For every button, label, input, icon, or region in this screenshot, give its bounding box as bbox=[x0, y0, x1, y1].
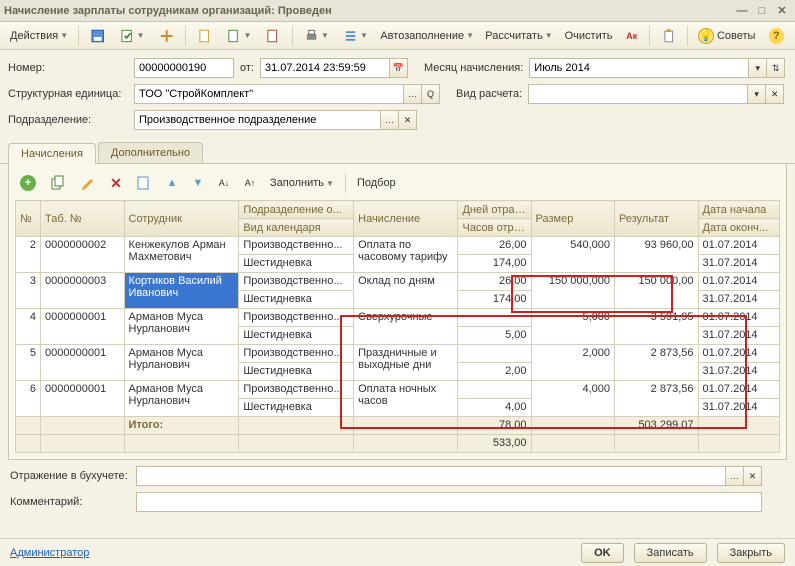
totals-result: 503 299,07 bbox=[615, 417, 698, 435]
save-button[interactable]: Записать bbox=[634, 543, 707, 563]
ok-button[interactable]: OK bbox=[581, 543, 624, 563]
comment-input[interactable] bbox=[136, 492, 762, 512]
help-icon[interactable]: ? bbox=[764, 25, 789, 47]
doc3-icon[interactable] bbox=[260, 25, 285, 47]
col-cal[interactable]: Вид календаря bbox=[239, 219, 354, 237]
grid-toolbar: + ✕ ▲ ▼ A↓ A↑ Заполнить▼ Подбор bbox=[15, 170, 780, 200]
calc-menu[interactable]: Рассчитать▼ bbox=[481, 25, 556, 47]
comment-label: Комментарий: bbox=[10, 496, 130, 508]
accruals-table[interactable]: № Таб. № Сотрудник Подразделение о... На… bbox=[15, 200, 780, 453]
calendar-icon[interactable]: 📅 bbox=[390, 58, 408, 78]
clear-button[interactable]: Очистить bbox=[560, 25, 616, 47]
window-title: Начисление зарплаты сотрудникам организа… bbox=[4, 5, 332, 17]
grid-panel: + ✕ ▲ ▼ A↓ A↑ Заполнить▼ Подбор № Таб. №… bbox=[8, 164, 787, 460]
col-acc[interactable]: Начисление bbox=[354, 201, 458, 237]
number-label: Номер: bbox=[8, 62, 128, 74]
col-hours[interactable]: Часов отра... bbox=[458, 219, 531, 237]
col-tab[interactable]: Таб. № bbox=[41, 201, 124, 237]
col-days[interactable]: Дней отраб... bbox=[458, 201, 531, 219]
table-row[interactable]: 30000000003Кортиков Василий ИвановичПрои… bbox=[16, 273, 780, 291]
post-icon[interactable]: ▼ bbox=[115, 25, 150, 47]
table-row[interactable]: 20000000002Кенжекулов Арман МахметовичПр… bbox=[16, 237, 780, 255]
maximize-icon[interactable]: □ bbox=[753, 3, 771, 19]
org-lookup-icon[interactable]: … bbox=[404, 84, 422, 104]
totals-days: 78,00 bbox=[458, 417, 531, 435]
acct-lookup-icon[interactable]: … bbox=[726, 466, 744, 486]
calctype-clear-icon[interactable]: ✕ bbox=[766, 84, 784, 104]
bottom-bar: Администратор OK Записать Закрыть bbox=[0, 538, 795, 566]
dept-input[interactable] bbox=[134, 110, 381, 130]
edit-icon[interactable] bbox=[75, 172, 101, 194]
tips-button[interactable]: 💡 Советы bbox=[694, 25, 760, 47]
tab-additional[interactable]: Дополнительно bbox=[98, 142, 203, 163]
number-input[interactable] bbox=[134, 58, 234, 78]
doc2-icon[interactable]: ▼ bbox=[221, 25, 256, 47]
table-row[interactable]: 40000000001Арманов Муса НурлановичПроизв… bbox=[16, 309, 780, 327]
calctype-dropdown-icon[interactable]: ▾ bbox=[748, 84, 766, 104]
form-header: Номер: от: 📅 Месяц начисления: ▾⇅ Структ… bbox=[0, 50, 795, 140]
org-input[interactable] bbox=[134, 84, 404, 104]
acct-input[interactable] bbox=[136, 466, 726, 486]
date-input[interactable] bbox=[260, 58, 390, 78]
doc1-icon[interactable] bbox=[192, 25, 217, 47]
save-icon[interactable] bbox=[85, 25, 110, 47]
col-size[interactable]: Размер bbox=[531, 201, 614, 237]
close-button[interactable]: Закрыть bbox=[717, 543, 785, 563]
admin-link[interactable]: Администратор bbox=[10, 547, 89, 559]
dept-label: Подразделение: bbox=[8, 114, 128, 126]
down-icon[interactable]: ▼ bbox=[187, 172, 209, 194]
fill-menu[interactable]: Заполнить▼ bbox=[265, 172, 339, 194]
acct-clear-icon[interactable]: ✕ bbox=[744, 466, 762, 486]
delete-icon[interactable]: ✕ bbox=[105, 172, 127, 194]
month-label: Месяц начисления: bbox=[424, 62, 523, 74]
dept-clear-icon[interactable]: ✕ bbox=[399, 110, 417, 130]
ak-icon[interactable]: Ак bbox=[621, 25, 643, 47]
autofill-menu[interactable]: Автозаполнение▼ bbox=[377, 25, 477, 47]
tab-bar: Начисления Дополнительно bbox=[0, 142, 795, 164]
col-result[interactable]: Результат bbox=[615, 201, 698, 237]
clipboard-icon[interactable] bbox=[656, 25, 681, 47]
actions-menu[interactable]: Действия▼ bbox=[6, 25, 72, 47]
select-button[interactable]: Подбор bbox=[352, 172, 401, 194]
footer-fields: Отражение в бухучете: …✕ Комментарий: bbox=[0, 460, 795, 524]
month-dropdown-icon[interactable]: ▾ bbox=[749, 58, 767, 78]
close-icon[interactable]: ✕ bbox=[773, 3, 791, 19]
print-icon[interactable]: ▼ bbox=[299, 25, 334, 47]
list-icon[interactable]: ▼ bbox=[338, 25, 373, 47]
calctype-input[interactable] bbox=[528, 84, 748, 104]
dept-lookup-icon[interactable]: … bbox=[381, 110, 399, 130]
totals-hours: 533,00 bbox=[458, 435, 531, 453]
sort-asc-icon[interactable]: A↓ bbox=[213, 172, 235, 194]
refresh-icon[interactable] bbox=[131, 172, 157, 194]
copy-row-icon[interactable] bbox=[45, 172, 71, 194]
col-dept[interactable]: Подразделение о... bbox=[239, 201, 354, 219]
main-toolbar: Действия▼ ▼ ▼ ▼ ▼ Автозаполнение▼ Рассчи… bbox=[0, 22, 795, 50]
col-dend[interactable]: Дата оконч... bbox=[698, 219, 780, 237]
titlebar: Начисление зарплаты сотрудникам организа… bbox=[0, 0, 795, 22]
from-label: от: bbox=[240, 62, 254, 74]
sort-desc-icon[interactable]: A↑ bbox=[239, 172, 261, 194]
col-emp[interactable]: Сотрудник bbox=[124, 201, 239, 237]
table-row[interactable]: 60000000001Арманов Муса НурлановичПроизв… bbox=[16, 381, 780, 399]
col-dstart[interactable]: Дата начала bbox=[698, 201, 780, 219]
minimize-icon[interactable]: — bbox=[733, 3, 751, 19]
up-icon[interactable]: ▲ bbox=[161, 172, 183, 194]
add-icon[interactable]: + bbox=[15, 172, 41, 194]
acct-label: Отражение в бухучете: bbox=[10, 470, 130, 482]
month-spinner-icon[interactable]: ⇅ bbox=[767, 58, 785, 78]
org-label: Структурная единица: bbox=[8, 88, 128, 100]
col-n[interactable]: № bbox=[16, 201, 41, 237]
tab-accruals[interactable]: Начисления bbox=[8, 143, 96, 164]
move-icon[interactable] bbox=[154, 25, 179, 47]
org-open-icon[interactable]: Q bbox=[422, 84, 440, 104]
table-row[interactable]: 50000000001Арманов Муса НурлановичПроизв… bbox=[16, 345, 780, 363]
totals-label: Итого: bbox=[124, 417, 239, 435]
month-input[interactable] bbox=[529, 58, 749, 78]
calctype-label: Вид расчета: bbox=[456, 88, 522, 100]
